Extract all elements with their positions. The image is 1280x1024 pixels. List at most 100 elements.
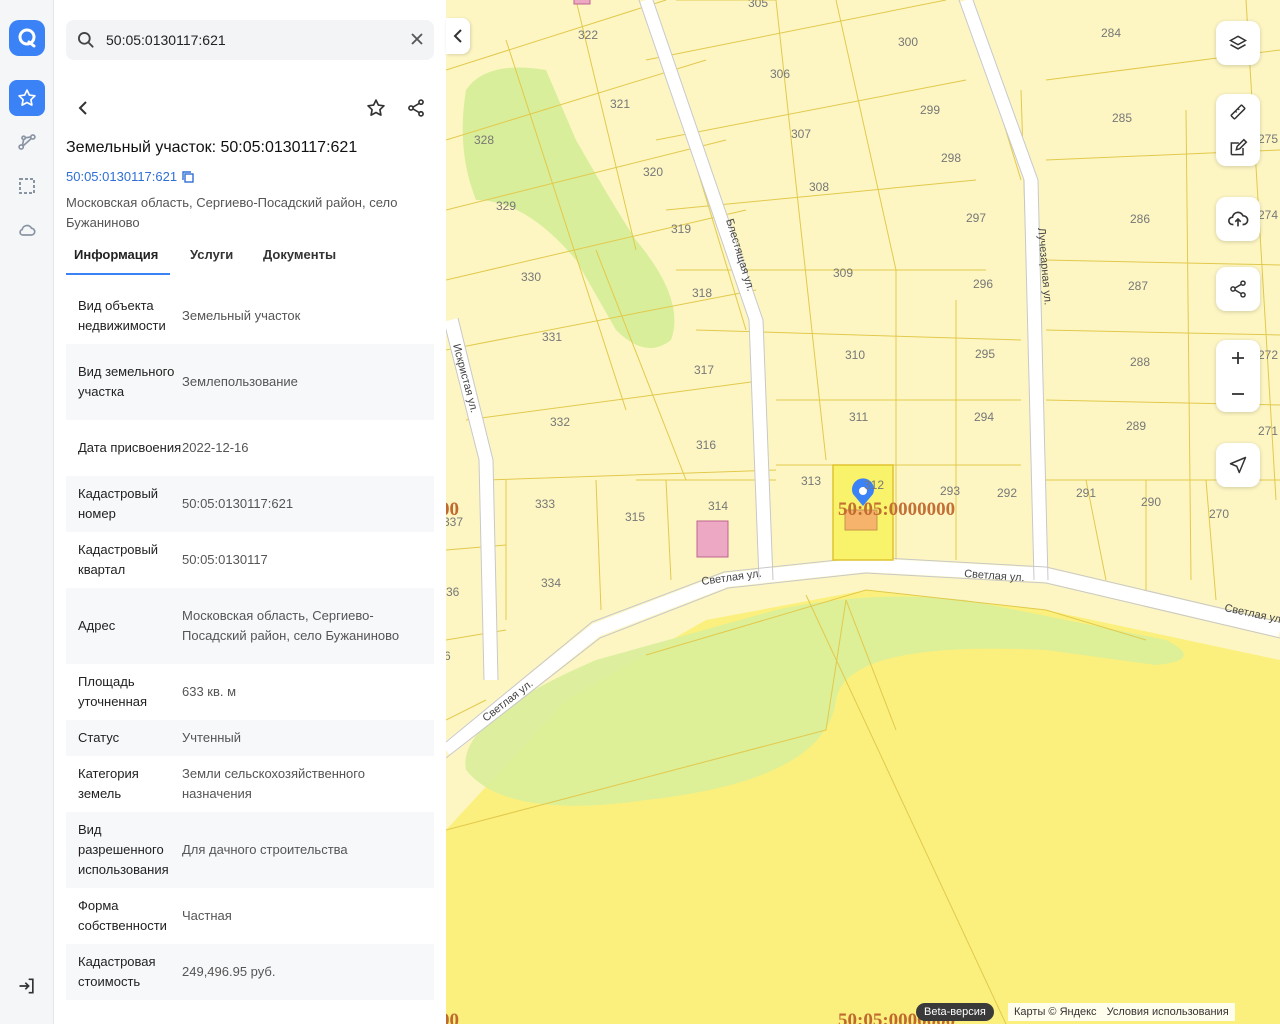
star-icon [18, 89, 36, 106]
zoom-in-button[interactable] [1216, 340, 1260, 376]
measure-tools [1216, 94, 1260, 166]
rail-favorites-button[interactable] [9, 80, 45, 116]
plot-number: 289 [1126, 419, 1146, 433]
plot-number: 297 [966, 211, 986, 225]
row-key: Кадастровый квартал [78, 542, 159, 577]
plot-number: 294 [974, 410, 994, 424]
tab-documents[interactable]: Документы [263, 247, 336, 262]
cadastral-number-link[interactable]: 50:05:0130117:621 [66, 169, 195, 184]
plot-number: 300 [898, 35, 918, 49]
plot-number: 320 [643, 165, 663, 179]
plus-icon [1232, 352, 1244, 364]
upload-button[interactable] [1216, 197, 1260, 241]
map-share-button[interactable] [1216, 267, 1260, 311]
row-key: Дата присвоения [78, 440, 182, 455]
minus-icon [1232, 393, 1244, 395]
cadastral-map[interactable]: 50:05:0000000 50:05:0000000 00 00 Блестя… [446, 0, 1280, 1024]
building-footprint[interactable] [696, 520, 729, 558]
map-canvas[interactable]: 50:05:0000000 50:05:0000000 00 00 Блестя… [446, 0, 1280, 1024]
left-rail [0, 0, 54, 1024]
chevron-left-icon [78, 101, 87, 115]
row-key: Категория земель [78, 766, 139, 801]
tab-services[interactable]: Услуги [190, 247, 233, 262]
favorite-button[interactable] [360, 92, 392, 124]
table-row: Форма собственности Частная [66, 888, 434, 944]
zoom-out-button[interactable] [1216, 376, 1260, 412]
table-row: Категория земель Земли сельскохозяйственн… [66, 756, 434, 812]
plot-number: 310 [845, 348, 865, 362]
rail-cloud-button[interactable] [9, 212, 45, 248]
row-key: Вид объекта недвижимости [78, 298, 166, 333]
plot-number: 286 [1130, 212, 1150, 226]
plot-number: 305 [748, 0, 768, 10]
rail-logout-button[interactable] [9, 968, 45, 1004]
app-logo-icon[interactable] [9, 20, 45, 56]
row-value: Земли сельскохозяйственного назначения [182, 766, 365, 801]
navigation-arrow-icon [1229, 456, 1247, 474]
plot-number: 299 [920, 103, 940, 117]
copy-icon[interactable] [181, 170, 195, 184]
plot-number: 314 [708, 499, 728, 513]
star-icon [367, 99, 385, 116]
share-button[interactable] [400, 92, 432, 124]
table-row: Статус Учтенный [66, 720, 434, 756]
row-key: Форма собственности [78, 898, 167, 933]
table-row: Кадастровый номер 50:05:0130117:621 [66, 476, 434, 532]
ruler-button[interactable] [1216, 94, 1260, 130]
row-key: Вид земельного участка [78, 364, 175, 399]
plot-number: 287 [1128, 279, 1148, 293]
table-row: Вид разрешенного использования Для дачног… [66, 812, 434, 888]
row-value: Московская область, Сергиево-Посадский р… [182, 608, 400, 643]
row-key: Кадастровый номер [78, 486, 159, 521]
rail-routes-button[interactable] [9, 124, 45, 160]
cadastral-number-text[interactable]: 50:05:0130117:621 [66, 169, 177, 184]
plot-number: 36 [446, 585, 460, 599]
plot-number: 334 [541, 576, 561, 590]
map-attribution: Карты © Яндекс Условия использования [1008, 1003, 1235, 1021]
row-value: 249,496.95 руб. [182, 964, 276, 979]
beta-badge: Beta-версия [916, 1003, 994, 1021]
row-value: Частная [182, 908, 232, 923]
plot-number: 332 [550, 415, 570, 429]
plot-number: 312 [864, 478, 884, 492]
plot-number: 275 [1258, 132, 1278, 146]
tab-information[interactable]: Информация [74, 247, 158, 262]
rail-selection-button[interactable] [9, 168, 45, 204]
route-icon [18, 134, 36, 150]
table-row: Дата присвоения 2022-12-16 [66, 420, 434, 476]
search-icon [78, 32, 94, 48]
back-button[interactable] [68, 92, 100, 124]
cloud-upload-icon [1228, 211, 1249, 227]
quarter-label: 50:05:0000000 [838, 499, 955, 520]
plot-number: 307 [791, 127, 811, 141]
plot-number: 298 [941, 151, 961, 165]
search-box[interactable]: 50:05:0130117:621 [66, 20, 434, 60]
plot-number: 316 [696, 438, 716, 452]
plot-number: 288 [1130, 355, 1150, 369]
attribution-text[interactable]: Карты © Яндекс [1014, 1003, 1097, 1021]
search-input[interactable]: 50:05:0130117:621 [106, 32, 226, 48]
plot-number: 285 [1112, 111, 1132, 125]
plot-number: 271 [1258, 424, 1278, 438]
edit-button[interactable] [1216, 130, 1260, 166]
quarter-label: 00 [446, 1010, 459, 1024]
row-value: 633 кв. м [182, 684, 237, 699]
geolocation-button[interactable] [1216, 443, 1260, 487]
table-row: Площадь уточненная 633 кв. м [66, 664, 434, 720]
collapse-panel-button[interactable] [446, 18, 470, 54]
plot-number: 331 [542, 330, 562, 344]
plot-number: 309 [833, 266, 853, 280]
object-address: Московская область, Сергиево-Посадский р… [66, 195, 398, 230]
close-icon[interactable] [410, 32, 424, 46]
table-row: Адрес Московская область, Сергиево-Посадс… [66, 588, 434, 664]
plot-number: 330 [521, 270, 541, 284]
building-footprint[interactable] [573, 0, 591, 5]
row-key: Статус [78, 730, 120, 745]
tabs: Информация Услуги Документы [66, 240, 434, 276]
ruler-icon [1230, 104, 1246, 120]
table-row: Кадастровый квартал 50:05:0130117 [66, 532, 434, 588]
plot-number: 293 [940, 484, 960, 498]
terms-link[interactable]: Условия использования [1107, 1003, 1229, 1021]
layers-button[interactable] [1216, 21, 1260, 65]
plot-number: 272 [1258, 348, 1278, 362]
